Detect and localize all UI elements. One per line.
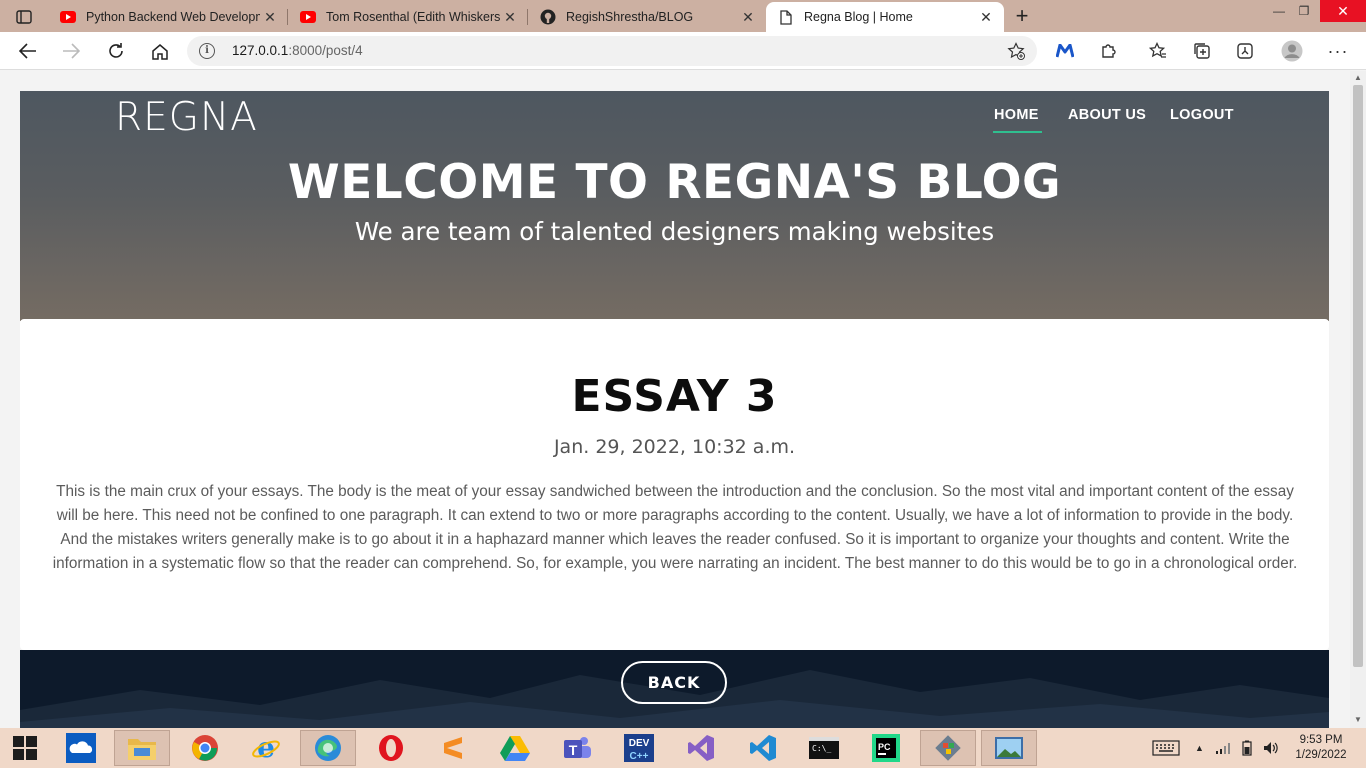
close-tab-icon[interactable]: ✕	[976, 7, 996, 27]
browser-tab[interactable]: Tom Rosenthal (Edith Whiskers) - ✕	[288, 2, 528, 32]
scroll-up-icon[interactable]: ▲	[1353, 73, 1363, 83]
extension-m-icon[interactable]	[1050, 36, 1080, 66]
hero-subtitle: We are team of talented designers making…	[354, 217, 995, 246]
pycharm-icon[interactable]: PC	[858, 730, 914, 766]
browser-tab-active[interactable]: Regna Blog | Home ✕	[766, 2, 1004, 32]
address-bar[interactable]: i 127.0.0.1:8000/post/4	[187, 36, 1037, 66]
visual-studio-icon[interactable]	[673, 730, 729, 766]
post-body: This is the main crux of your essays. Th…	[52, 483, 1298, 572]
close-tab-icon[interactable]: ✕	[738, 7, 758, 27]
battery-icon[interactable]	[1239, 728, 1255, 768]
page-icon	[778, 9, 794, 25]
close-tab-icon[interactable]: ✕	[260, 7, 280, 27]
favorites-icon[interactable]	[1143, 36, 1173, 66]
browser-tab-strip: Python Backend Web Developme ✕ Tom Rosen…	[0, 0, 1366, 32]
nav-logout[interactable]: LOGOUT	[1170, 107, 1234, 123]
youtube-icon	[60, 9, 76, 25]
google-drive-icon[interactable]	[487, 730, 543, 766]
network-signal-icon[interactable]	[1215, 728, 1231, 768]
more-menu-icon[interactable]: ···	[1323, 36, 1353, 66]
tab-actions-icon[interactable]	[10, 6, 38, 28]
home-icon[interactable]	[145, 36, 175, 66]
add-favorite-icon[interactable]	[1005, 40, 1027, 62]
forward-arrow-icon[interactable]	[56, 36, 86, 66]
collections-icon[interactable]	[1187, 36, 1217, 66]
restore-icon[interactable]: ❐	[1290, 0, 1318, 22]
tab-title: Regna Blog | Home	[804, 10, 913, 24]
performance-icon[interactable]	[1230, 36, 1260, 66]
git-icon[interactable]	[920, 730, 976, 766]
windows-taskbar: e T DEV C++ C:\_ PC ▲ 9:53 PM 1/29/2022	[0, 728, 1366, 768]
svg-text:C:\_: C:\_	[812, 744, 831, 753]
tray-expand-icon[interactable]: ▲	[1195, 728, 1204, 768]
site-logo[interactable]: REGNA	[115, 95, 258, 140]
browser-tab[interactable]: RegishShrestha/BLOG ✕	[528, 2, 766, 32]
back-button[interactable]: BACK	[621, 661, 727, 704]
nav-home[interactable]: HOME	[993, 107, 1042, 133]
tab-title: Tom Rosenthal (Edith Whiskers) -	[326, 10, 500, 24]
browser-toolbar: i 127.0.0.1:8000/post/4 ···	[0, 32, 1366, 70]
teams-icon[interactable]: T	[549, 730, 605, 766]
file-explorer-icon[interactable]	[114, 730, 170, 766]
terminal-icon[interactable]: C:\_	[796, 730, 852, 766]
sublime-text-icon[interactable]	[425, 730, 481, 766]
url-path: :8000/post/4	[288, 43, 363, 58]
onedrive-icon[interactable]	[53, 730, 109, 766]
devcpp-icon[interactable]: DEV C++	[611, 730, 667, 766]
post-title: ESSAY 3	[571, 371, 778, 422]
tab-title: RegishShrestha/BLOG	[566, 10, 694, 24]
clock-time: 9:53 PM	[1299, 734, 1343, 746]
scroll-down-icon[interactable]: ▼	[1353, 715, 1363, 725]
youtube-icon	[300, 9, 316, 25]
github-icon	[540, 9, 556, 25]
svg-text:e: e	[257, 734, 275, 762]
touch-keyboard-icon[interactable]	[1152, 728, 1180, 768]
hero-banner: REGNA HOME ABOUT US LOGOUT WELCOME TO RE…	[20, 91, 1329, 321]
svg-text:T: T	[569, 742, 578, 758]
new-tab-icon[interactable]: +	[1010, 3, 1034, 28]
url-text[interactable]: 127.0.0.1:8000/post/4	[232, 43, 363, 58]
window-close-icon[interactable]: ✕	[1320, 0, 1366, 22]
footer-section: BACK	[20, 650, 1329, 728]
profile-avatar-icon[interactable]	[1277, 36, 1307, 66]
back-arrow-icon[interactable]	[13, 36, 43, 66]
svg-text:C++: C++	[630, 751, 649, 762]
opera-icon[interactable]	[363, 730, 419, 766]
chrome-icon[interactable]	[177, 730, 233, 766]
hero-title: WELCOME TO REGNA'S BLOG	[287, 155, 1062, 210]
svg-text:DEV: DEV	[629, 738, 650, 749]
start-icon[interactable]	[0, 730, 50, 766]
minimize-icon[interactable]: —	[1265, 0, 1293, 22]
page-viewport: REGNA HOME ABOUT US LOGOUT WELCOME TO RE…	[0, 71, 1350, 728]
url-host: 127.0.0.1	[232, 43, 289, 58]
tab-title: Python Backend Web Developme	[86, 10, 260, 24]
scrollbar-thumb[interactable]	[1353, 85, 1363, 667]
vertical-scrollbar[interactable]: ▲ ▼	[1350, 71, 1366, 728]
refresh-icon[interactable]	[101, 36, 131, 66]
vscode-icon[interactable]	[735, 730, 791, 766]
clock-date: 1/29/2022	[1295, 749, 1347, 761]
svg-text:PC: PC	[878, 742, 891, 752]
close-tab-icon[interactable]: ✕	[500, 7, 520, 27]
info-icon[interactable]: i	[199, 43, 215, 59]
internet-explorer-icon[interactable]: e	[238, 730, 294, 766]
image-viewer-icon[interactable]	[981, 730, 1037, 766]
browser-tab[interactable]: Python Backend Web Developme ✕	[48, 2, 288, 32]
post-date: Jan. 29, 2022, 10:32 a.m.	[553, 436, 796, 458]
nav-about-us[interactable]: ABOUT US	[1068, 107, 1146, 123]
post-card: ESSAY 3 Jan. 29, 2022, 10:32 a.m. This i…	[20, 319, 1329, 650]
volume-icon[interactable]	[1263, 728, 1279, 768]
edge-icon[interactable]	[300, 730, 356, 766]
extensions-puzzle-icon[interactable]	[1094, 36, 1124, 66]
system-clock[interactable]: 9:53 PM 1/29/2022	[1290, 733, 1352, 763]
